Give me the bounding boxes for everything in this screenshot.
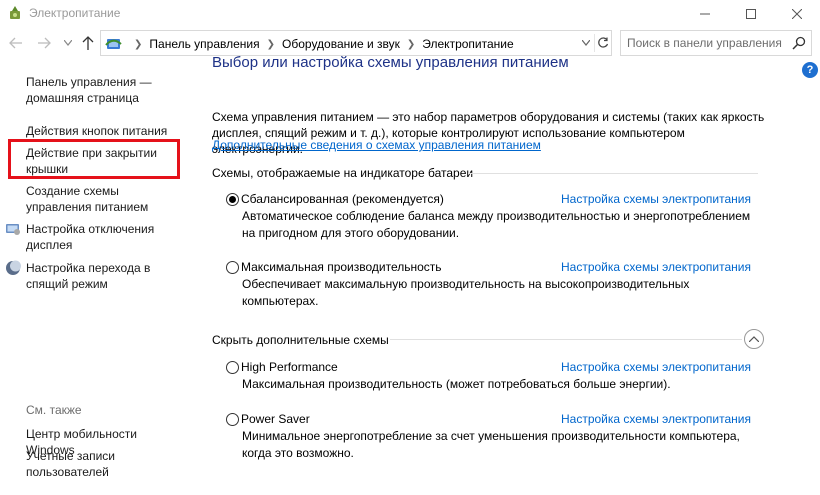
sidebar-item-home[interactable]: Панель управления — домашняя страница [26, 74, 186, 106]
sidebar-item-power-buttons[interactable]: Действия кнопок питания [26, 123, 186, 139]
plan-name[interactable]: High Performance [241, 360, 338, 374]
arrow-right-icon [38, 37, 51, 49]
back-button[interactable] [6, 32, 26, 54]
minimize-icon [700, 13, 710, 14]
arrow-up-icon [82, 36, 94, 50]
plan-description: Обеспечивает максимальную производительн… [242, 277, 690, 308]
display-icon [6, 224, 20, 235]
breadcrumb-separator-icon[interactable]: ❯ [407, 39, 415, 50]
up-button[interactable] [78, 32, 98, 54]
address-bar[interactable]: ❯ Панель управления ❯ Оборудование и зву… [100, 30, 612, 56]
breadcrumb-separator-icon: ❯ [134, 38, 143, 50]
breadcrumb-hardware-sound[interactable]: Оборудование и звук [282, 37, 400, 51]
section-divider [468, 173, 758, 174]
plan-settings-link[interactable]: Настройка схемы электропитания [561, 192, 751, 206]
plan-name[interactable]: Максимальная производительность [241, 260, 442, 274]
breadcrumb: ❯ Панель управления ❯ Оборудование и зву… [127, 37, 514, 51]
plan-description: Максимальная производительность (может п… [242, 377, 671, 391]
forward-button[interactable] [34, 32, 54, 54]
sidebar-item-sleep[interactable]: Настройка перехода в спящий режим [26, 260, 186, 292]
moon-icon [6, 260, 21, 275]
section-divider [390, 339, 742, 340]
breadcrumb-separator-icon[interactable]: ❯ [267, 39, 275, 50]
breadcrumb-control-panel[interactable]: Панель управления [149, 37, 259, 51]
sidebar-item-lid-close[interactable]: Действие при закрытии крышки [26, 145, 176, 177]
address-dropdown-button[interactable] [579, 35, 593, 51]
plan-settings-link[interactable]: Настройка схемы электропитания [561, 412, 751, 426]
plan-settings-link[interactable]: Настройка схемы электропитания [561, 360, 751, 374]
arrow-left-icon [9, 37, 22, 49]
chevron-up-icon [749, 336, 759, 342]
plan-name[interactable]: Power Saver [241, 412, 310, 426]
close-icon [792, 8, 802, 19]
power-options-icon [10, 6, 20, 19]
close-button[interactable] [774, 0, 820, 27]
plan-high-performance-radio[interactable] [226, 361, 239, 374]
see-also-heading: См. также [26, 403, 82, 417]
refresh-icon [598, 37, 609, 48]
minimize-button[interactable] [682, 0, 728, 27]
help-icon[interactable]: ? [802, 62, 818, 78]
plan-power-saver-radio[interactable] [226, 413, 239, 426]
plan-ultimate-radio[interactable] [226, 261, 239, 274]
plan-balanced-radio[interactable] [226, 193, 239, 206]
breadcrumb-power-options[interactable]: Электропитание [422, 37, 513, 51]
title-bar: Электропитание [0, 0, 820, 27]
plan-settings-link[interactable]: Настройка схемы электропитания [561, 260, 751, 274]
more-info-link[interactable]: Дополнительные сведения о схемах управле… [212, 138, 541, 152]
search-box [620, 30, 812, 56]
window-title: Электропитание [29, 6, 121, 20]
maximize-button[interactable] [728, 0, 774, 27]
control-panel-icon [105, 39, 122, 49]
page-title: Выбор или настройка схемы управления пит… [212, 54, 569, 71]
search-icon[interactable] [791, 35, 807, 51]
chevron-down-icon [582, 40, 590, 46]
plan-description: Минимальное энергопотребление за счет ум… [242, 429, 740, 460]
recent-locations-button[interactable] [58, 32, 78, 54]
sidebar-item-user-accounts[interactable]: Учетные записи пользователей [26, 448, 136, 480]
plan-name[interactable]: Сбалансированная (рекомендуется) [241, 192, 444, 206]
navigation-bar: ❯ Панель управления ❯ Оборудование и зву… [0, 29, 820, 57]
sidebar-item-create-plan[interactable]: Создание схемы управления питанием [26, 183, 186, 215]
hidden-plans-heading[interactable]: Скрыть дополнительные схемы [212, 333, 389, 347]
chevron-down-icon [64, 40, 72, 46]
refresh-button[interactable] [594, 34, 611, 52]
plan-description: Автоматическое соблюдение баланса между … [242, 209, 751, 240]
maximize-icon [746, 8, 756, 19]
collapse-button[interactable] [744, 329, 764, 349]
search-input[interactable] [621, 31, 789, 55]
sidebar-item-display-off[interactable]: Настройка отключения дисплея [26, 221, 186, 253]
battery-plans-heading: Схемы, отображаемые на индикаторе батаре… [212, 166, 474, 180]
